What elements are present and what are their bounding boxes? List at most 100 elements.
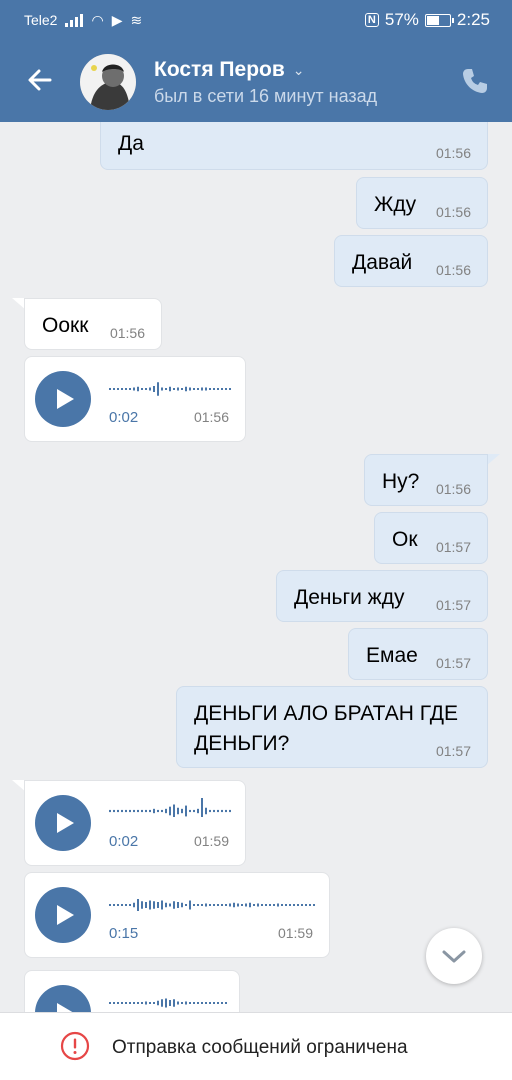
scroll-down-button[interactable]	[426, 928, 482, 984]
waveform-bar	[149, 387, 151, 391]
waveform-bar	[173, 804, 175, 817]
waveform-bar	[149, 809, 151, 813]
waveform-bar	[157, 382, 159, 396]
waveform-bar	[157, 902, 159, 908]
waveform-bar	[189, 809, 191, 813]
waveform-bar	[181, 902, 183, 908]
waveform-bar	[121, 904, 123, 906]
outgoing-message[interactable]: Да 01:56	[100, 122, 488, 170]
message-text-line2: ДЕНЬГИ?	[194, 732, 290, 755]
waveform-bar	[133, 902, 135, 908]
play-button[interactable]	[35, 985, 91, 1012]
incoming-voice-message[interactable]: 0:02 01:59	[24, 780, 246, 866]
contact-name[interactable]: Костя Перов	[154, 58, 285, 82]
waveform-bar	[249, 902, 251, 908]
play-button[interactable]	[35, 371, 91, 427]
waveform-bar	[265, 904, 267, 906]
outgoing-message[interactable]: Ну? 01:56	[364, 454, 488, 506]
incoming-message[interactable]: Оокк 01:56	[24, 298, 162, 350]
waveform-bar	[161, 900, 163, 910]
waveform-bar	[129, 904, 131, 906]
outgoing-message[interactable]: ДЕНЬГИ АЛО БРАТАН ГДЕ ДЕНЬГИ? 01:57	[176, 686, 488, 768]
waveform-bar	[169, 1000, 171, 1006]
waveform-bar	[313, 904, 315, 906]
waveform-bar	[185, 1001, 187, 1005]
play-button[interactable]	[35, 887, 91, 943]
message-time: 01:57	[435, 655, 471, 671]
phone-icon[interactable]	[460, 66, 490, 96]
waveform-bar	[141, 1002, 143, 1004]
waveform-bar	[113, 1002, 115, 1004]
waveform-bar	[133, 387, 135, 391]
waveform-bar	[285, 904, 287, 906]
incoming-voice-message[interactable]: 0:02 01:56	[24, 356, 246, 442]
waveform-bar	[293, 904, 295, 906]
waveform-bar	[129, 809, 131, 813]
waveform-bar	[145, 809, 147, 813]
waveform-bar	[173, 901, 175, 909]
message-text: Деньги жду	[294, 586, 405, 609]
waveform-bar	[225, 904, 227, 906]
message-time: 01:57	[435, 743, 471, 759]
waveform-bar	[181, 1002, 183, 1004]
waveform-bar	[213, 904, 215, 906]
waveform-bar	[161, 809, 163, 813]
waveform-bar	[157, 809, 159, 813]
waveform-bar	[173, 388, 175, 390]
waveform-bar	[181, 808, 183, 814]
incoming-voice-message[interactable]: 0:15 01:59	[24, 872, 330, 958]
waveform-bar	[189, 387, 191, 391]
waveform-bar	[137, 899, 139, 911]
wifi-icon: ◠	[91, 12, 104, 28]
waveform-bar	[145, 1001, 147, 1005]
waveform-bar	[205, 903, 207, 907]
battery-icon	[424, 13, 454, 27]
back-arrow-icon[interactable]	[24, 64, 56, 96]
incoming-voice-message[interactable]	[24, 970, 240, 1012]
waveform-bar	[125, 388, 127, 390]
waveform-bar	[133, 1002, 135, 1004]
waveform-bar	[213, 388, 215, 390]
message-text: Давай	[352, 251, 413, 274]
play-button[interactable]	[35, 795, 91, 851]
waveform	[109, 899, 315, 911]
outgoing-message[interactable]: Жду 01:56	[356, 177, 488, 229]
outgoing-message[interactable]: Деньги жду 01:57	[276, 570, 488, 622]
waveform-bar	[193, 388, 195, 390]
waveform-bar	[185, 386, 187, 392]
nfc-icon: N	[364, 13, 379, 27]
chevron-down-icon[interactable]: ⌄	[293, 62, 305, 79]
chat-header: Костя Перов ⌄ был в сети 16 минут назад	[0, 42, 512, 122]
waveform-bar	[201, 798, 203, 817]
waveform-bar	[169, 386, 171, 392]
waveform-bar	[213, 809, 215, 813]
outgoing-message[interactable]: Емае 01:57	[348, 628, 488, 680]
waveform-bar	[201, 904, 203, 906]
composer-restricted-bar: Отправка сообщений ограничена	[0, 1012, 512, 1080]
waveform-bar	[221, 388, 223, 390]
waveform-bar	[225, 1002, 227, 1004]
waveform-bar	[145, 902, 147, 908]
waveform	[109, 798, 231, 817]
waveform-bar	[217, 1002, 219, 1004]
message-text: Жду	[374, 193, 417, 216]
message-list[interactable]: Да 01:56 Жду 01:56 Давай 01:56 Оокк 01:5…	[0, 122, 512, 1012]
waveform-bar	[157, 1000, 159, 1006]
outgoing-message[interactable]: Ок 01:57	[374, 512, 488, 564]
waveform-bar	[209, 809, 211, 813]
waveform-bar	[133, 809, 135, 813]
message-text: Емае	[366, 644, 418, 667]
outgoing-message[interactable]: Давай 01:56	[334, 235, 488, 287]
chevron-down-icon	[442, 950, 466, 963]
waveform-bar	[173, 999, 175, 1007]
waveform-bar	[193, 904, 195, 906]
waveform-bar	[269, 904, 271, 906]
data-icon: ▶	[111, 12, 123, 28]
message-time: 01:56	[193, 409, 229, 425]
waveform-bar	[113, 388, 115, 390]
waveform-bar	[149, 1002, 151, 1004]
waveform-bar	[145, 388, 147, 390]
avatar[interactable]	[80, 54, 136, 110]
last-seen-status: был в сети 16 минут назад	[154, 86, 378, 106]
waveform-bar	[109, 1002, 111, 1004]
